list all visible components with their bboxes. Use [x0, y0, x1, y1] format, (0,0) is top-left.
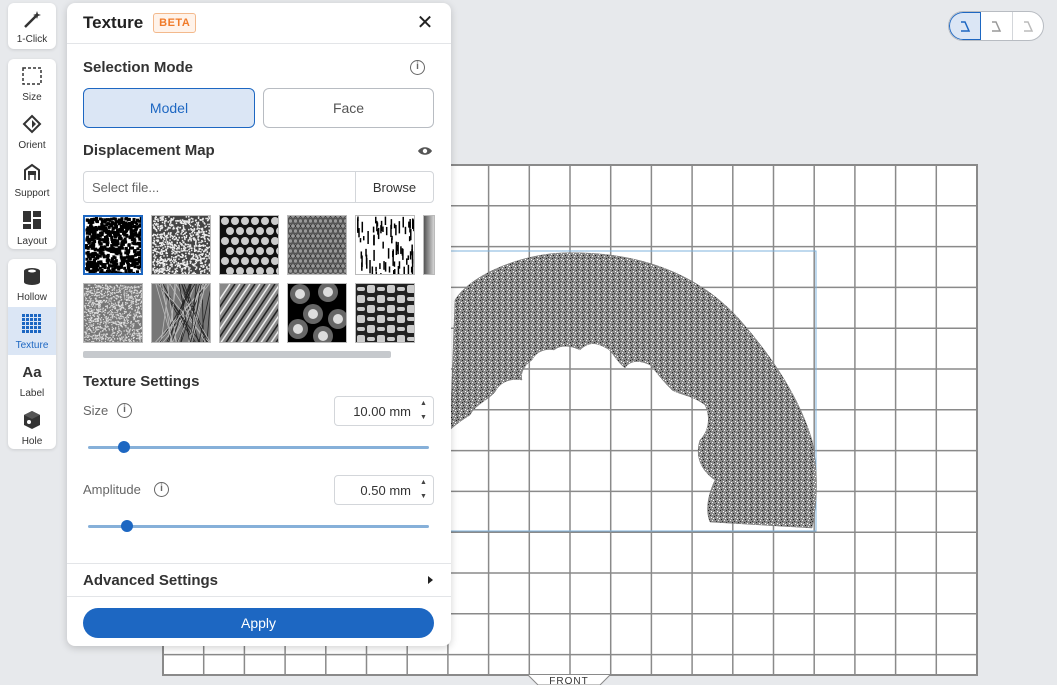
size-input[interactable] — [335, 403, 415, 419]
selection-mode-heading: Selection Mode — [83, 59, 194, 76]
tool-layout[interactable]: Layout — [8, 203, 56, 251]
view-wire-button[interactable] — [981, 12, 1013, 40]
displacement-map-heading: Displacement Map — [83, 142, 215, 159]
up-arrow-icon[interactable]: ▲ — [420, 479, 428, 487]
tool-hole[interactable]: Hole — [8, 403, 56, 451]
tool-texture[interactable]: Texture — [8, 307, 56, 355]
hole-icon — [21, 409, 43, 431]
texture-thumb-scales[interactable] — [287, 215, 347, 275]
orient-icon — [21, 113, 43, 135]
front-label-tab: FRONT — [527, 674, 611, 685]
size-field[interactable]: ▲▼ — [334, 396, 434, 426]
support-icon — [21, 161, 43, 183]
caret-right-icon — [428, 576, 433, 584]
panel-title: Texture — [83, 13, 144, 32]
toolbar-group-modify: Hollow Texture Aa Label Hole — [8, 259, 56, 449]
tool-label-text[interactable]: Aa Label — [8, 355, 56, 403]
texture-thumb-cells[interactable] — [287, 283, 347, 343]
advanced-settings-toggle[interactable]: Advanced Settings — [67, 563, 451, 597]
tool-label: Size — [22, 92, 42, 103]
tool-size[interactable]: Size — [8, 59, 56, 107]
xray-view-icon — [1023, 21, 1033, 32]
advanced-settings-label: Advanced Settings — [83, 572, 219, 589]
tool-label: Layout — [16, 236, 48, 247]
file-select-row: Browse — [83, 171, 434, 203]
info-icon[interactable]: i — [410, 60, 425, 75]
texture-thumb-waves[interactable] — [219, 283, 279, 343]
texture-thumb-noise-bw[interactable] — [83, 215, 143, 275]
front-label: FRONT — [549, 676, 588, 685]
amplitude-label: Amplitude — [83, 482, 141, 497]
texture-panel: Texture BETA ✕ Selection Mode i Model Fa… — [67, 3, 451, 646]
texture-thumb-dots[interactable] — [219, 215, 279, 275]
view-xray-button[interactable] — [1013, 12, 1043, 40]
eye-icon[interactable] — [417, 144, 433, 162]
layout-icon — [21, 209, 43, 231]
tool-label: Hollow — [16, 292, 47, 303]
tool-label: 1-Click — [16, 34, 48, 45]
amplitude-input[interactable] — [335, 482, 415, 498]
magic-wand-icon — [21, 9, 43, 31]
solid-view-icon — [961, 21, 971, 32]
texture-settings-heading: Texture Settings — [83, 373, 200, 390]
view-solid-button[interactable] — [949, 12, 982, 40]
amplitude-slider-handle[interactable] — [120, 520, 133, 532]
tool-hollow[interactable]: Hollow — [8, 259, 56, 307]
beta-badge: BETA — [153, 13, 197, 33]
face-mode-button[interactable]: Face — [263, 88, 434, 128]
tool-label: Orient — [18, 140, 46, 151]
texture-thumb-stone[interactable] — [83, 283, 143, 343]
amplitude-slider[interactable] — [88, 520, 429, 532]
size-slider[interactable] — [88, 441, 429, 453]
down-arrow-icon[interactable]: ▼ — [420, 414, 428, 422]
size-icon — [21, 65, 43, 87]
wire-view-icon — [992, 21, 1002, 32]
tool-label: Texture — [15, 340, 49, 351]
panel-header: Texture BETA ✕ — [67, 3, 451, 44]
down-arrow-icon[interactable]: ▼ — [420, 493, 428, 501]
texture-thumb-gradient[interactable] — [423, 215, 435, 275]
apply-button[interactable]: Apply — [83, 608, 434, 638]
size-info-icon[interactable]: i — [117, 403, 132, 418]
size-label: Size — [83, 403, 109, 418]
amplitude-stepper[interactable]: ▲ ▼ — [420, 479, 428, 501]
file-input[interactable] — [84, 172, 355, 202]
toolbar-group-prepare: Size Orient Support Layout — [8, 59, 56, 249]
tool-label: Label — [19, 388, 45, 399]
texture-thumb-weave[interactable] — [355, 283, 415, 343]
texture-thumb-wood[interactable] — [151, 283, 211, 343]
hollow-icon — [21, 265, 43, 287]
close-icon[interactable]: ✕ — [415, 13, 435, 33]
size-stepper[interactable]: ▲ ▼ — [420, 400, 428, 422]
texture-thumb-speckle[interactable] — [151, 215, 211, 275]
thumbnail-scrollbar[interactable] — [83, 351, 391, 358]
toolbar-group-auto: 1-Click — [8, 3, 56, 49]
tool-support[interactable]: Support — [8, 155, 56, 203]
text-aa-icon: Aa — [22, 363, 42, 381]
browse-button[interactable]: Browse — [355, 172, 433, 202]
tool-orient[interactable]: Orient — [8, 107, 56, 155]
size-slider-handle[interactable] — [117, 441, 130, 453]
up-arrow-icon[interactable]: ▲ — [420, 400, 428, 408]
model-mode-button[interactable]: Model — [83, 88, 255, 128]
amplitude-info-icon[interactable]: i — [154, 482, 169, 497]
tool-label: Hole — [21, 436, 43, 447]
tool-one-click[interactable]: 1-Click — [8, 3, 56, 49]
amplitude-field[interactable]: ▲▼ — [334, 475, 434, 505]
texture-thumb-streaks[interactable] — [355, 215, 415, 275]
texture-icon — [21, 313, 43, 335]
view-mode-switcher[interactable] — [948, 11, 1044, 41]
tool-label: Support — [14, 188, 50, 199]
